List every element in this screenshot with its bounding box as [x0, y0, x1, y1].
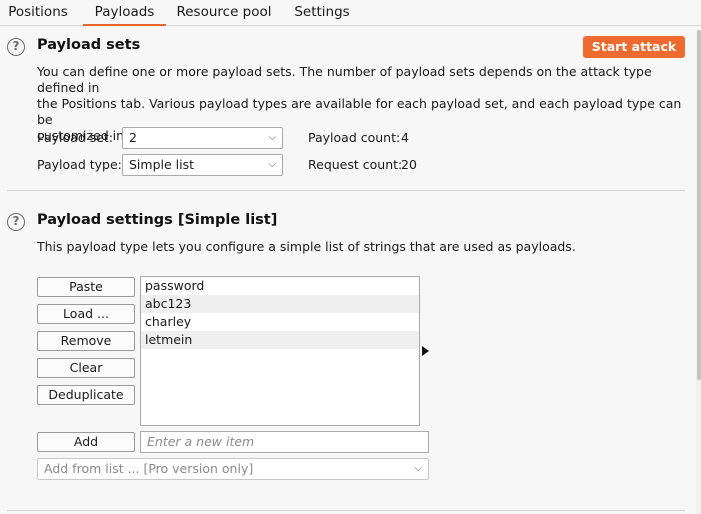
- deduplicate-button[interactable]: Deduplicate: [37, 385, 135, 405]
- paste-button[interactable]: Paste: [37, 277, 135, 297]
- payload-settings-title: Payload settings [Simple list]: [37, 212, 278, 228]
- tab-payloads[interactable]: Payloads: [83, 0, 166, 26]
- load-button[interactable]: Load ...: [37, 304, 135, 324]
- add-from-list-select[interactable]: Add from list ... [Pro version only] ⌵: [37, 458, 429, 480]
- add-button[interactable]: Add: [37, 432, 135, 452]
- remove-button[interactable]: Remove: [37, 331, 135, 351]
- description-line: You can define one or more payload sets.…: [37, 64, 652, 95]
- payload-set-select[interactable]: 2 ⌵: [122, 127, 283, 149]
- payload-count-label: Payload count:: [308, 130, 401, 145]
- help-icon[interactable]: ?: [7, 38, 25, 56]
- scrollbar-thumb[interactable]: [697, 30, 701, 380]
- request-count-value: 20: [401, 157, 417, 172]
- list-item[interactable]: password: [141, 277, 419, 295]
- start-attack-button[interactable]: Start attack: [583, 36, 685, 58]
- payload-type-select[interactable]: Simple list ⌵: [122, 154, 283, 176]
- section-divider: [7, 510, 685, 511]
- chevron-down-icon: ⌵: [268, 132, 276, 143]
- tab-positions[interactable]: Positions: [0, 0, 76, 26]
- description-line: the Positions tab. Various payload types…: [37, 96, 682, 127]
- section-divider: [7, 190, 685, 191]
- tab-settings[interactable]: Settings: [286, 0, 358, 26]
- help-icon[interactable]: ?: [7, 213, 25, 231]
- payload-type-label: Payload type:: [37, 157, 122, 172]
- add-from-list-value: Add from list ... [Pro version only]: [44, 461, 254, 476]
- chevron-down-icon: ⌵: [268, 159, 276, 170]
- new-item-input[interactable]: Enter a new item: [140, 431, 429, 453]
- clear-button[interactable]: Clear: [37, 358, 135, 378]
- list-item[interactable]: charley: [141, 313, 419, 331]
- payload-list[interactable]: password abc123 charley letmein: [140, 276, 420, 426]
- triangle-right-icon: [422, 346, 429, 356]
- request-count-label: Request count:: [308, 157, 403, 172]
- list-item[interactable]: abc123: [141, 295, 419, 313]
- tab-resource-pool[interactable]: Resource pool: [172, 0, 276, 26]
- payload-type-value: Simple list: [129, 157, 195, 172]
- payload-sets-title: Payload sets: [37, 37, 141, 53]
- tab-bar: Positions Payloads Resource pool Setting…: [0, 0, 701, 26]
- payload-count-value: 4: [401, 130, 409, 145]
- chevron-down-icon: ⌵: [414, 463, 422, 474]
- list-item[interactable]: letmein: [141, 331, 419, 349]
- payload-settings-description: This payload type lets you configure a s…: [37, 239, 576, 254]
- payload-set-label: Payload set:: [37, 130, 114, 145]
- payload-set-value: 2: [129, 130, 137, 145]
